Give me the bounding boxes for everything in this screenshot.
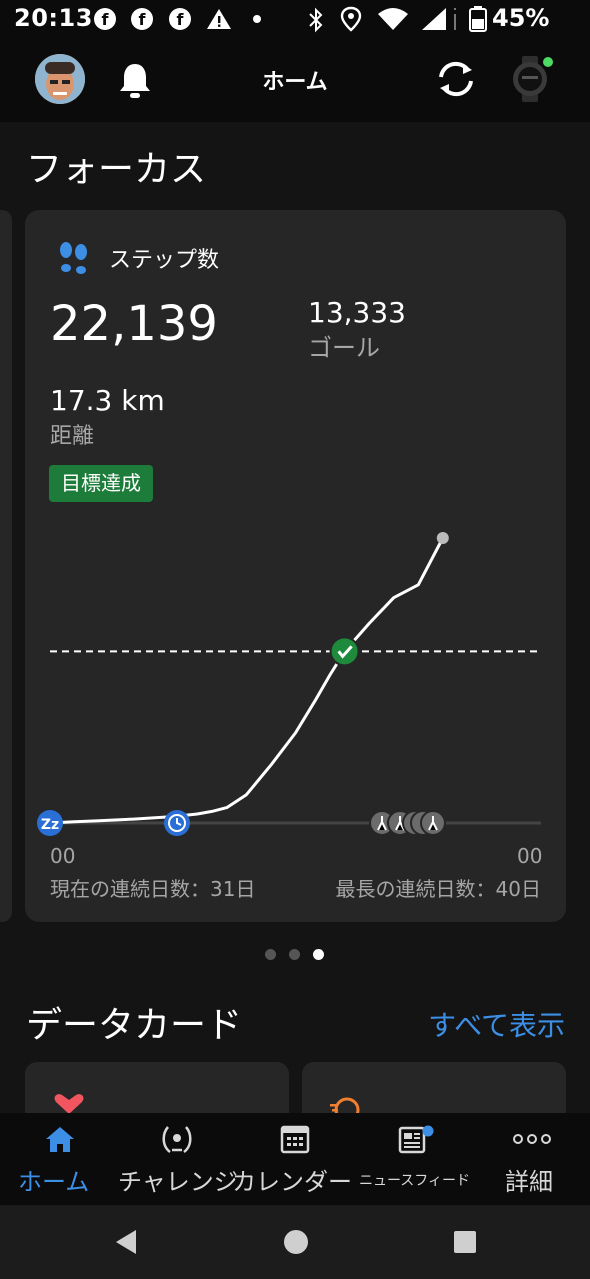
distance-label: 距離 xyxy=(50,424,95,449)
distance-value: 17.3 km xyxy=(50,384,165,417)
show-all-link[interactable]: すべて表示 xyxy=(428,1004,565,1044)
steps-label: ステップ数 xyxy=(109,248,220,273)
facebook-icon: f xyxy=(131,8,153,30)
home-icon[interactable] xyxy=(44,1124,76,1154)
news-icon[interactable] xyxy=(397,1122,437,1154)
current-streak: 現在の連続日数：31日 xyxy=(50,877,256,901)
calendar-icon[interactable] xyxy=(280,1124,310,1154)
dot-icon xyxy=(253,15,261,23)
heart-icon xyxy=(54,1094,84,1114)
section-title-data-cards: データカード xyxy=(26,1005,243,1046)
back-icon[interactable] xyxy=(112,1228,140,1256)
x-tick-label-start: 00 xyxy=(50,844,76,868)
page-title: ホーム xyxy=(262,70,328,95)
longest-streak: 最長の連続日数：40日 xyxy=(335,877,541,901)
x-tick-label-end: 00 xyxy=(517,844,543,868)
status-time: 20:13 xyxy=(14,4,93,32)
location-icon xyxy=(340,6,362,32)
goal-label: ゴール xyxy=(308,334,380,362)
end-point xyxy=(436,532,449,544)
goal-check-icon xyxy=(329,636,360,667)
walk-icon xyxy=(420,810,446,836)
more-icon[interactable] xyxy=(512,1132,552,1146)
activity-icon xyxy=(330,1097,360,1114)
goal-achieved-badge: 目標達成 xyxy=(49,465,153,502)
watch-icon[interactable] xyxy=(508,54,556,104)
section-title-focus: フォーカス xyxy=(26,149,207,190)
facebook-icon: f xyxy=(94,8,116,30)
clock-icon xyxy=(164,810,190,836)
facebook-icon: f xyxy=(169,8,191,30)
steps-chart: Zz xyxy=(37,532,541,836)
laurel-icon[interactable] xyxy=(160,1124,194,1154)
signal-icon xyxy=(422,8,446,30)
nav-item-newsfeed[interactable]: ニュースフィード xyxy=(359,1170,470,1190)
pager-dot[interactable] xyxy=(289,949,300,960)
steps-value: 22,139 xyxy=(50,296,218,352)
footsteps-icon xyxy=(60,242,87,274)
battery-percent: 45% xyxy=(492,4,550,32)
goal-value: 13,333 xyxy=(308,296,406,329)
steps-series-line xyxy=(49,537,445,825)
nav-item-challenge[interactable]: チャレンジ xyxy=(118,1162,238,1197)
previous-card-peek[interactable] xyxy=(0,210,12,922)
warning-icon xyxy=(207,9,231,29)
battery-icon xyxy=(469,6,487,32)
sync-icon[interactable] xyxy=(435,59,477,99)
pager-dot[interactable] xyxy=(265,949,276,960)
wifi-icon xyxy=(378,8,408,30)
signal-gap-icon xyxy=(454,8,456,30)
home-circle-icon[interactable] xyxy=(282,1228,310,1256)
nav-item-home[interactable]: ホーム xyxy=(18,1162,89,1197)
recents-icon[interactable] xyxy=(453,1230,477,1254)
sleep-icon: Zz xyxy=(37,810,63,836)
svg-text:Zz: Zz xyxy=(41,817,59,833)
bluetooth-icon xyxy=(309,7,323,33)
nav-item-more[interactable]: 詳細 xyxy=(505,1162,553,1197)
nav-item-calendar[interactable]: カレンダー xyxy=(232,1162,352,1197)
pager-dot-active[interactable] xyxy=(313,949,324,960)
